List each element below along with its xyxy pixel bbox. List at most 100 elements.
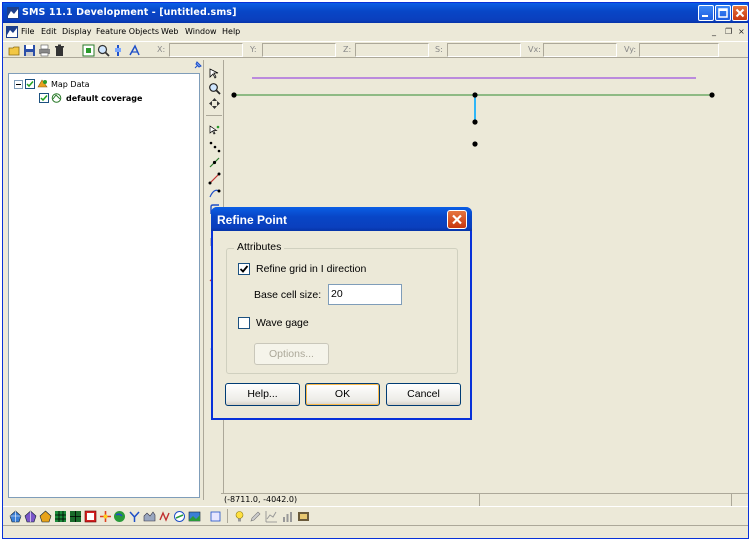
zoom-icon[interactable] xyxy=(97,44,110,57)
main-toolbar: X: Y: Z: S: Vx: Vy: xyxy=(3,41,748,58)
refine-grid-label[interactable]: Refine grid in I direction xyxy=(256,263,366,275)
x-coordinate-field[interactable] xyxy=(169,43,243,57)
lightbulb-icon[interactable] xyxy=(233,510,246,523)
chart-icon[interactable] xyxy=(281,510,294,523)
grid-module-icon[interactable] xyxy=(24,510,37,523)
attributes-group-label: Attributes xyxy=(234,241,285,253)
mdi-restore-button[interactable]: ❐ xyxy=(725,27,732,36)
help-button[interactable]: Help... xyxy=(225,383,300,406)
toolbar-separator xyxy=(227,509,228,523)
menu-display[interactable]: Display xyxy=(62,27,92,36)
plot-icon[interactable] xyxy=(265,510,278,523)
edit-icon[interactable] xyxy=(249,510,262,523)
coverage-checkbox[interactable] xyxy=(39,93,49,103)
x-label: X: xyxy=(157,45,166,54)
menu-window[interactable]: Window xyxy=(185,27,217,36)
node-lower[interactable] xyxy=(472,119,478,125)
map-data-checkbox[interactable] xyxy=(25,79,35,89)
vx-label: Vx: xyxy=(528,45,541,54)
open-icon[interactable] xyxy=(8,44,21,57)
select-tool-icon[interactable] xyxy=(208,67,221,80)
select-feature-icon[interactable] xyxy=(208,124,221,137)
maximize-button[interactable] xyxy=(715,5,731,21)
gis-module-icon[interactable] xyxy=(113,510,126,523)
create-node-icon[interactable] xyxy=(208,172,221,185)
dialog-close-button[interactable] xyxy=(447,210,467,229)
maximize-icon xyxy=(718,8,728,18)
image-icon[interactable] xyxy=(188,510,201,523)
menu-file[interactable]: File xyxy=(21,27,34,36)
menu-edit[interactable]: Edit xyxy=(41,27,57,36)
refine-point-dialog: Refine Point Attributes Refine grid in I… xyxy=(211,207,472,420)
pan-tool-icon[interactable] xyxy=(208,97,221,110)
z-label: Z: xyxy=(343,45,352,54)
wave-gage-label[interactable]: Wave gage xyxy=(256,317,309,329)
options-button[interactable]: Options... xyxy=(254,343,329,365)
title-bar[interactable]: SMS 11.1 Development - [untitled.sms] xyxy=(3,3,748,23)
menu-web[interactable]: Web xyxy=(161,27,178,36)
zoom-tool-icon[interactable] xyxy=(208,82,221,95)
s-field[interactable] xyxy=(447,43,521,57)
close-icon xyxy=(452,214,462,225)
ok-button[interactable]: OK xyxy=(305,383,380,406)
menu-help[interactable]: Help xyxy=(222,27,240,36)
base-cell-size-label: Base cell size: xyxy=(254,289,322,301)
vy-field[interactable] xyxy=(639,43,719,57)
status-separator xyxy=(731,494,732,506)
collapse-icon[interactable] xyxy=(14,80,23,89)
y-label: Y: xyxy=(250,45,257,54)
select-point-icon[interactable] xyxy=(208,156,221,169)
dialog-title-bar[interactable]: Refine Point xyxy=(211,207,472,231)
minimize-button[interactable] xyxy=(698,5,714,21)
select-node-icon[interactable] xyxy=(208,187,221,200)
palette-separator xyxy=(206,115,222,116)
dialog-title: Refine Point xyxy=(217,213,288,227)
bottom-strip xyxy=(3,525,748,538)
mdi-close-button[interactable]: × xyxy=(738,27,745,36)
stamping-module-icon[interactable] xyxy=(143,510,156,523)
rotate-icon[interactable] xyxy=(112,44,125,57)
film-icon[interactable] xyxy=(297,510,310,523)
mdi-minimize-button[interactable]: _ xyxy=(712,27,716,36)
menu-feature-objects[interactable]: Feature Objects xyxy=(96,27,159,36)
animation-module-icon[interactable] xyxy=(158,510,171,523)
frame-icon[interactable] xyxy=(82,44,95,57)
raster-module-icon[interactable] xyxy=(69,510,82,523)
cursor-coordinates: (-8711.0, -4042.0) xyxy=(224,495,298,504)
print-icon[interactable] xyxy=(38,44,51,57)
particle-module-icon[interactable] xyxy=(99,510,112,523)
module-toolbar xyxy=(3,506,748,524)
map-data-icon xyxy=(37,79,48,88)
menu-bar: File Edit Display Feature Objects Web Wi… xyxy=(3,23,748,41)
mesh-module-icon[interactable] xyxy=(9,510,22,523)
scatter-module-icon[interactable] xyxy=(39,510,52,523)
project-explorer: Map Data default coverage xyxy=(8,73,200,498)
tin-module-icon[interactable] xyxy=(128,510,141,523)
window-title: SMS 11.1 Development - [untitled.sms] xyxy=(22,7,237,18)
delete-icon[interactable] xyxy=(53,44,66,57)
node-left[interactable] xyxy=(231,92,237,98)
map-module-icon[interactable] xyxy=(84,510,97,523)
close-icon xyxy=(735,8,745,18)
node-middle[interactable] xyxy=(472,92,478,98)
measure-icon[interactable] xyxy=(128,44,141,57)
tree-item-map-data[interactable]: Map Data xyxy=(51,80,90,89)
close-button[interactable] xyxy=(732,5,748,21)
refine-point[interactable] xyxy=(472,141,478,147)
refine-grid-checkbox[interactable] xyxy=(238,263,250,275)
y-coordinate-field[interactable] xyxy=(262,43,336,57)
cancel-button[interactable]: Cancel xyxy=(386,383,461,406)
cgrid-module-icon[interactable] xyxy=(54,510,67,523)
tree-item-default-coverage[interactable]: default coverage xyxy=(66,94,142,103)
node-right[interactable] xyxy=(709,92,715,98)
base-cell-size-input[interactable]: 20 xyxy=(328,284,402,305)
z-coordinate-field[interactable] xyxy=(355,43,429,57)
document-icon[interactable] xyxy=(6,26,18,38)
save-icon[interactable] xyxy=(23,44,36,57)
create-point-icon[interactable] xyxy=(208,140,221,153)
wave-gage-checkbox[interactable] xyxy=(238,317,250,329)
vx-field[interactable] xyxy=(543,43,617,57)
contour-icon[interactable] xyxy=(173,510,186,523)
frame-module-icon[interactable] xyxy=(209,510,222,523)
pin-icon[interactable] xyxy=(193,61,202,70)
